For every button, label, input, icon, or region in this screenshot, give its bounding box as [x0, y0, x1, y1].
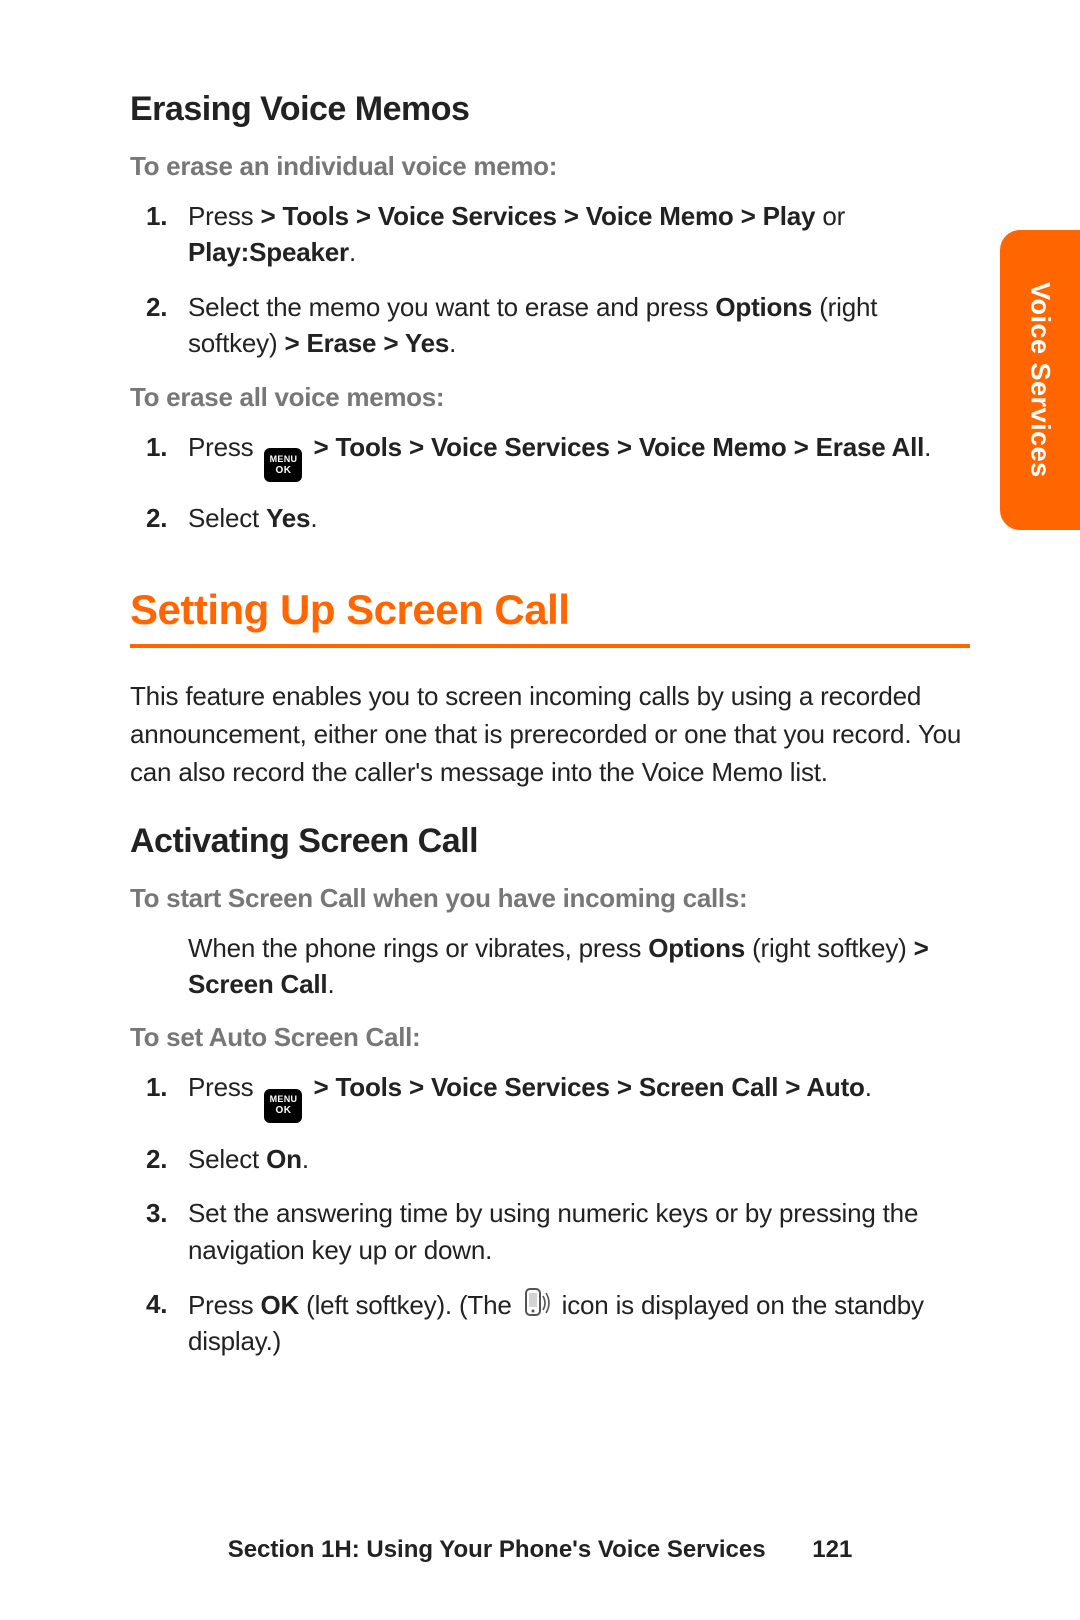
footer-section-label: Section 1H: Using Your Phone's Voice Ser…: [228, 1536, 766, 1563]
page-number: 121: [812, 1536, 852, 1564]
lead-erase-all: To erase all voice memos:: [130, 382, 970, 413]
step-text: Set the answering time by using numeric …: [188, 1198, 918, 1264]
step-number: 1.: [146, 429, 167, 465]
heading-erasing-voice-memos: Erasing Voice Memos: [130, 90, 970, 129]
steps-auto-screen-call: 1. Press MENUOK > Tools > Voice Services…: [130, 1069, 970, 1359]
lead-erase-individual: To erase an individual voice memo:: [130, 151, 970, 182]
step-number: 2.: [146, 289, 167, 325]
step-text: Press MENUOK > Tools > Voice Services > …: [188, 1072, 872, 1102]
menu-ok-icon: MENUOK: [264, 448, 302, 482]
menu-ok-icon: MENUOK: [264, 1089, 302, 1123]
list-item: 2. Select On.: [188, 1141, 970, 1177]
list-item: 1. Press MENUOK > Tools > Voice Services…: [188, 429, 970, 483]
lead-set-auto-screen-call: To set Auto Screen Call:: [130, 1022, 970, 1053]
list-item: 3. Set the answering time by using numer…: [188, 1195, 970, 1268]
start-screen-call-body: When the phone rings or vibrates, press …: [130, 930, 970, 1003]
manual-page: Voice Services Erasing Voice Memos To er…: [0, 0, 1080, 1620]
heading-activating-screen-call: Activating Screen Call: [130, 822, 970, 861]
step-number: 1.: [146, 1069, 167, 1105]
section-side-tab: Voice Services: [1000, 230, 1080, 530]
step-text: Press > Tools > Voice Services > Voice M…: [188, 201, 845, 267]
list-item: 1. Press MENUOK > Tools > Voice Services…: [188, 1069, 970, 1123]
step-number: 1.: [146, 198, 167, 234]
page-footer: Section 1H: Using Your Phone's Voice Ser…: [0, 1536, 1080, 1564]
list-item: 1. Press > Tools > Voice Services > Voic…: [188, 198, 970, 271]
list-item: 4. Press OK (left softkey). (The icon is…: [188, 1286, 970, 1360]
list-item: 2. Select the memo you want to erase and…: [188, 289, 970, 362]
section-title-setting-up-screen-call: Setting Up Screen Call: [130, 586, 970, 648]
step-number: 2.: [146, 500, 167, 536]
list-item: 2. Select Yes.: [188, 500, 970, 536]
step-number: 3.: [146, 1195, 167, 1231]
steps-erase-all: 1. Press MENUOK > Tools > Voice Services…: [130, 429, 970, 537]
step-text: Select On.: [188, 1144, 309, 1174]
step-text: Press MENUOK > Tools > Voice Services > …: [188, 432, 931, 462]
step-number: 2.: [146, 1141, 167, 1177]
step-text: Press OK (left softkey). (The icon is di…: [188, 1290, 924, 1356]
side-tab-label: Voice Services: [1025, 282, 1056, 478]
step-number: 4.: [146, 1286, 167, 1322]
step-text: Select the memo you want to erase and pr…: [188, 292, 877, 358]
steps-erase-individual: 1. Press > Tools > Voice Services > Voic…: [130, 198, 970, 362]
step-text: Select Yes.: [188, 503, 317, 533]
intro-paragraph: This feature enables you to screen incom…: [130, 678, 970, 791]
phone-sound-icon: [523, 1286, 551, 1320]
lead-start-screen-call: To start Screen Call when you have incom…: [130, 883, 970, 914]
